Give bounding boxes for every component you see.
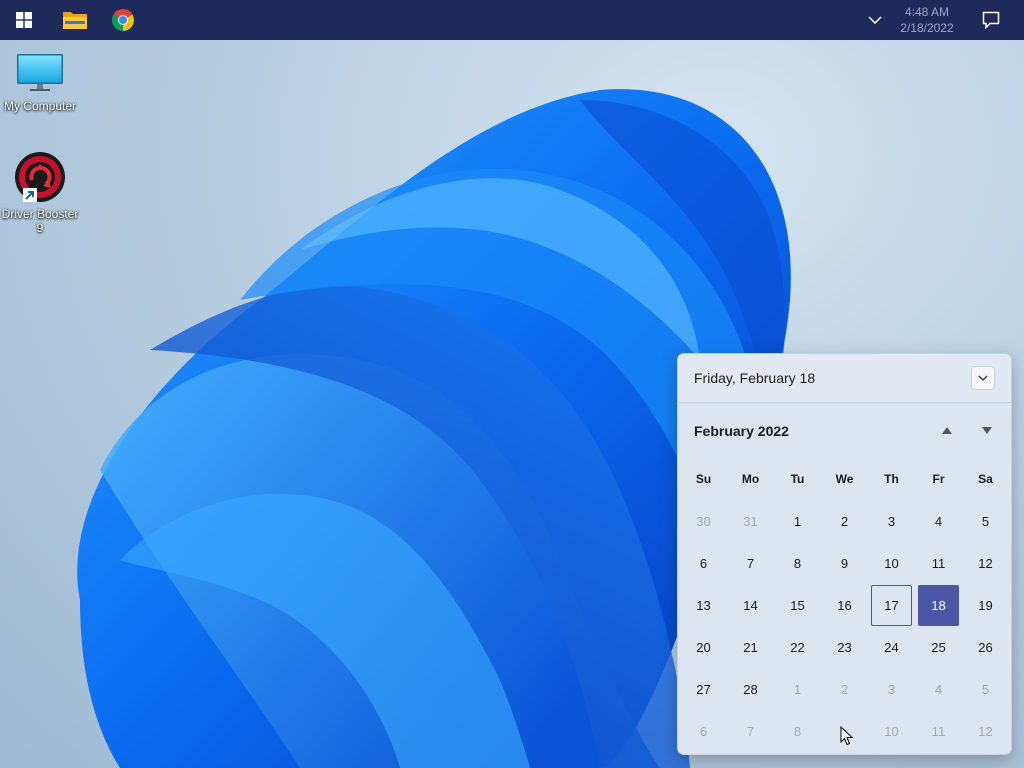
calendar-month-bar: February 2022 — [678, 403, 1011, 459]
calendar-day[interactable]: 11 — [918, 543, 959, 584]
calendar-day[interactable]: 13 — [683, 585, 724, 626]
calendar-day[interactable]: 31 — [730, 501, 771, 542]
calendar-day[interactable]: 12 — [965, 711, 1006, 752]
calendar-day[interactable]: 3 — [871, 501, 912, 542]
shortcut-arrow-icon — [23, 188, 37, 202]
calendar-day[interactable]: 12 — [965, 543, 1006, 584]
calendar-day-today[interactable]: 18 — [918, 585, 959, 626]
calendar-day[interactable]: 3 — [871, 669, 912, 710]
desktop-icon-label: My Computer — [3, 99, 77, 113]
calendar-day[interactable]: 4 — [918, 669, 959, 710]
weekday-header: Sa — [978, 472, 993, 486]
next-month-button[interactable] — [978, 423, 996, 437]
calendar-day[interactable]: 30 — [683, 501, 724, 542]
calendar-day[interactable]: 26 — [965, 627, 1006, 668]
calendar-day[interactable]: 21 — [730, 627, 771, 668]
calendar-day[interactable]: 6 — [683, 711, 724, 752]
chrome-icon — [112, 9, 134, 31]
calendar-day[interactable]: 8 — [777, 543, 818, 584]
calendar-day[interactable]: 5 — [965, 501, 1006, 542]
driver-booster-icon — [15, 152, 65, 202]
folder-icon — [63, 12, 87, 29]
triangle-up-icon — [942, 426, 952, 434]
desktop-icon-my-computer[interactable]: My Computer — [0, 50, 80, 113]
calendar-day-grid: 30 31 1 2 3 4 5 6 7 8 9 10 11 12 13 14 15 16 17 18 19 20 21 22 2… — [680, 501, 1010, 753]
calendar-flyout: Friday, February 18 February 2022 Su Mo Tu… — [677, 353, 1012, 755]
collapse-calendar-button[interactable] — [971, 366, 995, 390]
chevron-down-icon — [868, 16, 882, 24]
weekday-header: Fr — [932, 472, 945, 486]
calendar-day[interactable]: 1 — [777, 501, 818, 542]
calendar-day[interactable]: 28 — [730, 669, 771, 710]
calendar-month-label[interactable]: February 2022 — [694, 423, 789, 439]
clock-date: 2/18/2022 — [900, 21, 954, 35]
calendar-day[interactable]: 16 — [824, 585, 865, 626]
notification-button[interactable] — [974, 0, 1008, 40]
calendar-day[interactable]: 22 — [777, 627, 818, 668]
calendar-current-date: Friday, February 18 — [694, 370, 816, 386]
calendar-day[interactable]: 2 — [824, 501, 865, 542]
calendar-day[interactable]: 7 — [730, 543, 771, 584]
calendar-day[interactable]: 14 — [730, 585, 771, 626]
desktop-icon-driver-booster[interactable]: Driver Booster 9 — [0, 150, 80, 235]
chevron-down-icon — [978, 375, 988, 381]
calendar-day[interactable]: 19 — [965, 585, 1006, 626]
windows-logo-icon — [16, 12, 32, 28]
calendar-day[interactable]: 4 — [918, 501, 959, 542]
calendar-day[interactable]: 27 — [683, 669, 724, 710]
taskbar-clock[interactable]: 4:48 AM 2/18/2022 — [892, 4, 962, 36]
calendar-day[interactable]: 23 — [824, 627, 865, 668]
system-tray: 4:48 AM 2/18/2022 — [858, 0, 1024, 40]
calendar-day[interactable]: 2 — [824, 669, 865, 710]
calendar-day[interactable]: 20 — [683, 627, 724, 668]
clock-time: 4:48 AM — [904, 5, 950, 19]
monitor-icon — [17, 54, 63, 91]
calendar-day[interactable]: 6 — [683, 543, 724, 584]
calendar-day[interactable]: 5 — [965, 669, 1006, 710]
calendar-day[interactable]: 11 — [918, 711, 959, 752]
calendar-day[interactable]: 24 — [871, 627, 912, 668]
calendar-weekday-row: Su Mo Tu We Th Fr Sa — [680, 472, 1010, 488]
calendar-day[interactable]: 25 — [918, 627, 959, 668]
show-hidden-icons-button[interactable] — [858, 0, 892, 40]
weekday-header: Mo — [741, 472, 760, 486]
weekday-header: Th — [884, 472, 899, 486]
message-icon — [982, 11, 1000, 29]
file-explorer-button[interactable] — [55, 0, 95, 40]
calendar-day[interactable]: 17 — [871, 585, 912, 626]
weekday-header: Su — [695, 472, 712, 486]
start-button[interactable] — [4, 0, 44, 40]
calendar-day[interactable]: 7 — [730, 711, 771, 752]
calendar-header: Friday, February 18 — [678, 354, 1011, 403]
calendar-day[interactable]: 9 — [824, 543, 865, 584]
weekday-header: Tu — [790, 472, 805, 486]
calendar-day[interactable]: 10 — [871, 543, 912, 584]
chrome-button[interactable] — [103, 0, 143, 40]
desktop-icon-label: Driver Booster 9 — [1, 207, 79, 235]
calendar-day[interactable]: 10 — [871, 711, 912, 752]
weekday-header: We — [835, 472, 854, 486]
previous-month-button[interactable] — [938, 423, 956, 437]
mouse-cursor-icon — [840, 726, 854, 746]
calendar-day[interactable]: 15 — [777, 585, 818, 626]
taskbar: 4:48 AM 2/18/2022 — [0, 0, 1024, 40]
calendar-day[interactable]: 1 — [777, 669, 818, 710]
calendar-day[interactable]: 8 — [777, 711, 818, 752]
triangle-down-icon — [982, 426, 992, 434]
